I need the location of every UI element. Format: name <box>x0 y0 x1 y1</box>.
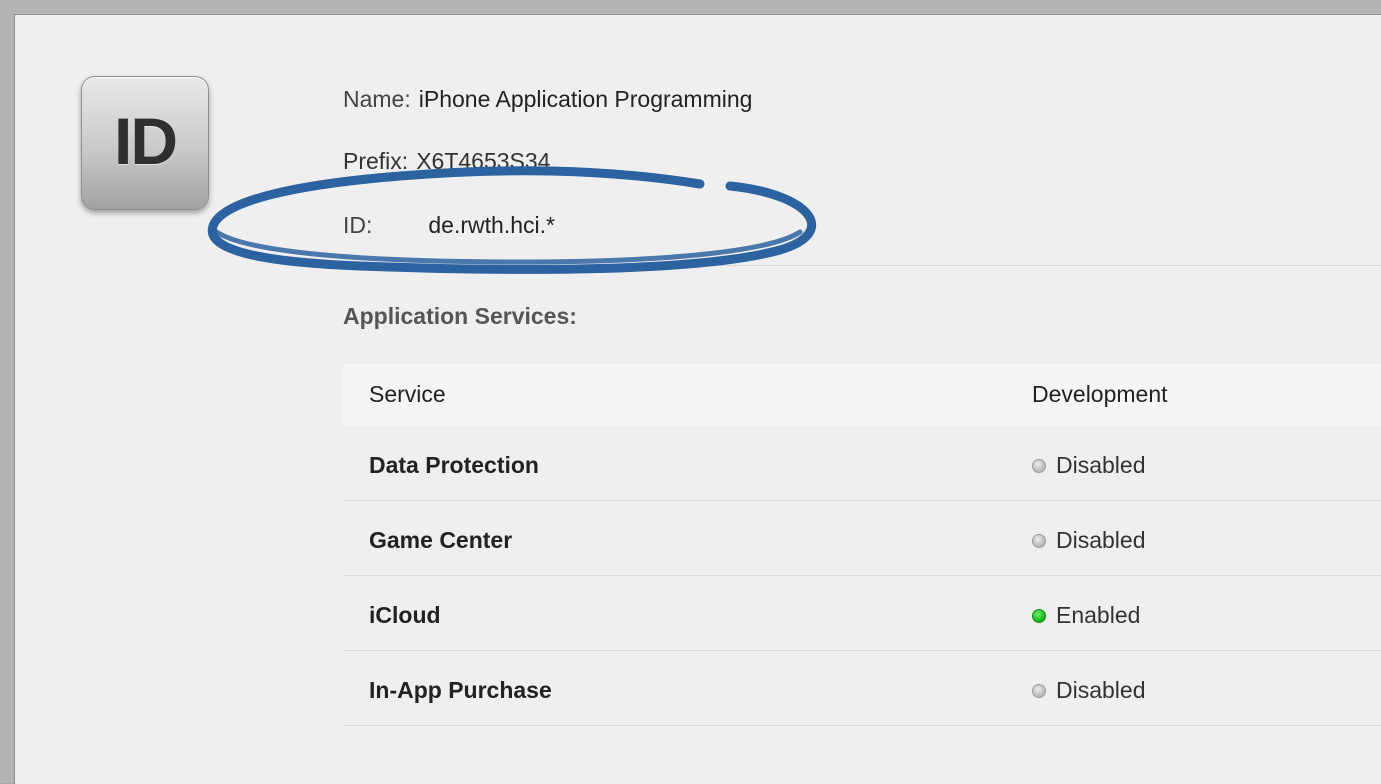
table-row: Game Center Disabled <box>343 501 1381 576</box>
service-name: In-App Purchase <box>369 677 552 703</box>
service-status-label: Disabled <box>1056 452 1146 478</box>
service-name: Data Protection <box>369 452 539 478</box>
service-name: iCloud <box>369 602 441 628</box>
prefix-label: Prefix: <box>343 148 409 174</box>
status-disabled-icon <box>1032 533 1046 548</box>
application-services-title: Application Services: <box>343 303 577 329</box>
id-label: ID: <box>343 212 373 238</box>
column-header-development: Development <box>1032 381 1168 407</box>
service-status-label: Disabled <box>1056 527 1146 553</box>
table-row: iCloud Enabled <box>343 576 1381 651</box>
service-status: Disabled <box>1032 677 1146 704</box>
service-status: Enabled <box>1032 602 1140 629</box>
app-id-icon: ID <box>81 76 209 210</box>
service-name: Game Center <box>369 527 513 553</box>
screenshot-frame: ID Name: iPhone Application Programming P… <box>0 0 1381 784</box>
service-status-label: Disabled <box>1056 677 1146 703</box>
service-status: Disabled <box>1032 527 1146 554</box>
name-row: Name: iPhone Application Programming <box>343 86 752 113</box>
column-header-service: Service <box>369 381 446 407</box>
section-divider <box>343 265 1381 266</box>
service-status: Disabled <box>1032 452 1146 479</box>
status-disabled-icon <box>1032 458 1046 473</box>
prefix-value: X6T4653S34 <box>416 148 551 174</box>
app-id-icon-text: ID <box>114 104 178 178</box>
table-row: In-App Purchase Disabled <box>343 651 1381 726</box>
name-value: iPhone Application Programming <box>418 86 753 112</box>
services-table: Service Development Data Protection Disa… <box>343 364 1381 726</box>
id-row: ID: de.rwth.hci.* <box>343 212 555 239</box>
services-table-header: Service Development <box>343 364 1381 426</box>
table-row: Data Protection Disabled <box>343 426 1381 501</box>
status-enabled-icon <box>1032 608 1046 623</box>
status-disabled-icon <box>1032 683 1046 698</box>
service-status-label: Enabled <box>1056 602 1141 628</box>
prefix-row: Prefix: X6T4653S34 <box>343 148 550 175</box>
name-label: Name: <box>343 86 411 112</box>
id-value: de.rwth.hci.* <box>428 212 555 238</box>
